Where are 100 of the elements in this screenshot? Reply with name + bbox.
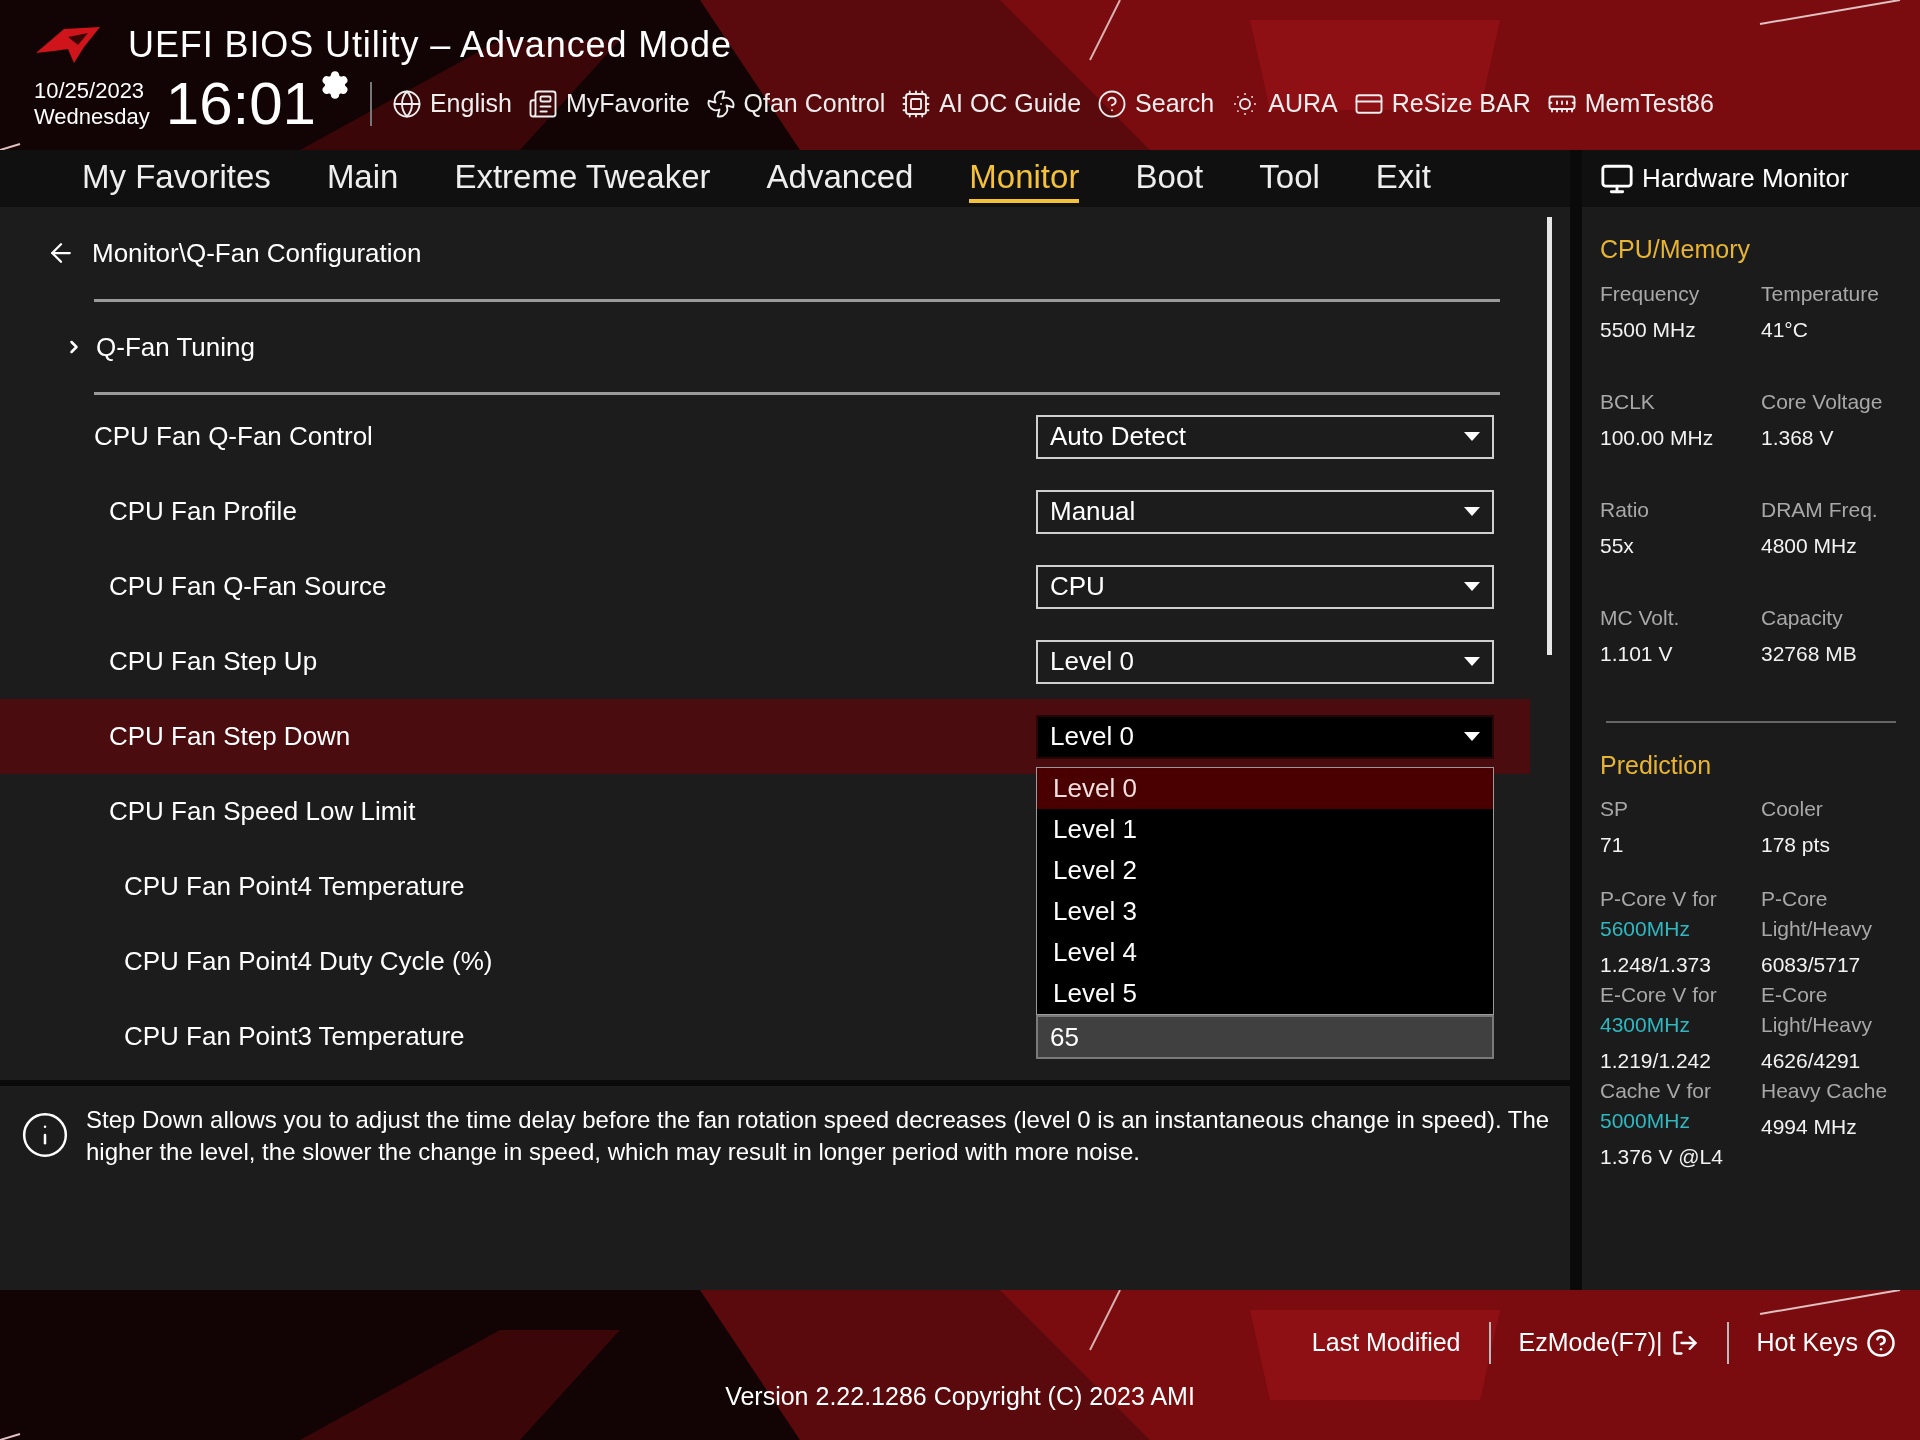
help-icon xyxy=(1866,1328,1896,1358)
weekday-text: Wednesday xyxy=(34,104,150,130)
date-text: 10/25/2023 xyxy=(34,78,146,104)
caret-icon xyxy=(1464,657,1480,666)
toolbar-button[interactable]: Qfan Control xyxy=(705,85,886,123)
stat-value: 1.248/1.373 xyxy=(1600,952,1712,978)
dropdown-field[interactable]: CPU xyxy=(1036,564,1494,609)
stat-value: 4800 MHz xyxy=(1761,532,1858,559)
window-title: UEFI BIOS Utility – Advanced Mode xyxy=(128,23,732,67)
dropdown-field[interactable]: Level 0 xyxy=(1036,639,1494,684)
dropdown-option[interactable]: Level 1 xyxy=(1037,808,1493,850)
dropdown-option[interactable]: Level 5 xyxy=(1037,972,1493,1014)
stat-label: Cache V for xyxy=(1600,1078,1712,1104)
dropdown-field[interactable]: Auto Detect xyxy=(1036,414,1494,459)
toolbar-button[interactable]: AURA xyxy=(1230,85,1338,123)
setting-label: CPU Fan Q-Fan Source xyxy=(108,570,387,603)
stat-frequency: 5600MHz xyxy=(1600,916,1691,942)
clock-text: 16:01 xyxy=(165,74,316,134)
stat-label: MC Volt. xyxy=(1600,604,1681,631)
dropdown-option[interactable]: Level 2 xyxy=(1037,849,1493,891)
chip-icon xyxy=(901,89,932,119)
stat-value: 1.368 V xyxy=(1761,424,1835,451)
help-icon xyxy=(1097,89,1128,119)
stat-label: P-Core Light/Heavy xyxy=(1761,886,1873,942)
stat-value: 4626/4291 xyxy=(1761,1048,1862,1074)
toolbar-button[interactable]: English xyxy=(391,85,512,123)
dropdown-option[interactable]: Level 0 xyxy=(1037,767,1493,809)
stat-value: 100.00 MHz xyxy=(1600,424,1715,451)
tab[interactable]: Main xyxy=(326,154,399,203)
submenu-item[interactable]: Q-Fan Tuning xyxy=(0,302,1570,392)
setting-label: CPU Fan Point4 Temperature xyxy=(123,870,465,903)
input-field[interactable]: 65 xyxy=(1036,1014,1494,1059)
version-text: Version 2.22.1286 Copyright (C) 2023 AMI xyxy=(725,1381,1195,1412)
help-text: Step Down allows you to adjust the time delay before the fan rotation speed decreases (level 0 is an instantaneous change in speed). The higher the level, the slower the change in speed, which may result in longer period with more noise. xyxy=(86,1105,1551,1167)
breadcrumb: Monitor\Q-Fan Configuration xyxy=(92,236,422,270)
list-icon xyxy=(527,89,558,119)
stat-label: E-Core Light/Heavy xyxy=(1761,982,1873,1038)
stat-value: 4994 MHz xyxy=(1761,1114,1858,1140)
setting-label: CPU Fan Step Up xyxy=(108,645,318,678)
stat-value: 55x xyxy=(1600,532,1635,559)
exit-icon xyxy=(1670,1329,1699,1357)
dropdown-field[interactable]: Manual xyxy=(1036,489,1494,534)
stat-frequency: 4300MHz xyxy=(1600,1012,1691,1038)
fan-icon xyxy=(705,89,736,119)
caret-icon xyxy=(1464,582,1480,591)
toolbar-button[interactable]: ReSize BAR xyxy=(1353,85,1531,123)
setting-label: CPU Fan Q-Fan Control xyxy=(93,420,373,453)
stat-label: Temperature xyxy=(1761,280,1880,307)
toolbar-button[interactable]: MyFavorite xyxy=(527,85,690,123)
tab[interactable]: Tool xyxy=(1259,154,1320,203)
globe-icon xyxy=(391,89,422,119)
tab[interactable]: My Favorites xyxy=(82,154,271,203)
stat-label: Core Voltage xyxy=(1761,388,1884,415)
stat-label: Cooler xyxy=(1761,796,1824,822)
dropdown-option[interactable]: Level 3 xyxy=(1037,890,1493,932)
stat-value: 32768 MB xyxy=(1761,640,1858,667)
section-title: Prediction xyxy=(1600,749,1713,781)
stat-label: P-Core V for xyxy=(1600,886,1718,912)
stat-value: 1.376 V @L4 xyxy=(1600,1144,1724,1170)
stat-value: 1.219/1.242 xyxy=(1600,1048,1712,1074)
caret-icon xyxy=(1464,432,1480,441)
setting-label: CPU Fan Profile xyxy=(108,495,297,528)
setting-label: CPU Fan Point3 Temperature xyxy=(123,1020,465,1053)
setting-label: CPU Fan Speed Low Limit xyxy=(108,795,416,828)
setting-label: CPU Fan Step Down xyxy=(108,720,351,753)
stat-label: E-Core V for xyxy=(1600,982,1718,1008)
stat-value: 5500 MHz xyxy=(1600,316,1697,343)
dropdown-option[interactable]: Level 4 xyxy=(1037,931,1493,973)
dropdown-field[interactable]: Level 0 xyxy=(1036,714,1494,759)
settings-icon[interactable] xyxy=(319,70,350,100)
stat-value: 41°C xyxy=(1761,316,1809,343)
stat-value: 1.101 V xyxy=(1600,640,1674,667)
stat-label: BCLK xyxy=(1600,388,1656,415)
tab[interactable]: Boot xyxy=(1135,154,1204,203)
tab[interactable]: Advanced xyxy=(766,154,914,203)
scrollbar[interactable] xyxy=(1547,217,1552,655)
tab[interactable]: Extreme Tweaker xyxy=(454,154,711,203)
panel-title: Hardware Monitor xyxy=(1642,162,1849,195)
footer-button[interactable]: Hot Keys xyxy=(1756,1324,1896,1362)
toolbar-button[interactable]: Search xyxy=(1097,85,1215,123)
stat-value: 6083/5717 xyxy=(1761,952,1862,978)
stat-frequency: 5000MHz xyxy=(1600,1108,1691,1134)
caret-icon xyxy=(1464,507,1480,516)
stat-label: Ratio xyxy=(1600,496,1651,523)
stat-value: 71 xyxy=(1600,832,1625,858)
footer-button[interactable]: EzMode(F7)| xyxy=(1518,1324,1699,1362)
tab[interactable]: Exit xyxy=(1375,154,1431,203)
stat-label: Heavy Cache xyxy=(1761,1078,1889,1104)
stat-label: Capacity xyxy=(1761,604,1844,631)
stat-label: DRAM Freq. xyxy=(1761,496,1879,523)
setting-label: CPU Fan Point4 Duty Cycle (%) xyxy=(123,945,493,978)
info-icon xyxy=(20,1110,70,1160)
caret-icon xyxy=(1464,732,1480,741)
section-title: CPU/Memory xyxy=(1600,234,1751,265)
tab[interactable]: Monitor xyxy=(969,154,1080,203)
stat-label: Frequency xyxy=(1600,280,1701,307)
toolbar-button[interactable]: MemTest86 xyxy=(1546,85,1714,123)
toolbar-button[interactable]: AI OC Guide xyxy=(901,85,1082,123)
stat-label: SP xyxy=(1600,796,1629,822)
stat-value: 178 pts xyxy=(1761,832,1831,858)
